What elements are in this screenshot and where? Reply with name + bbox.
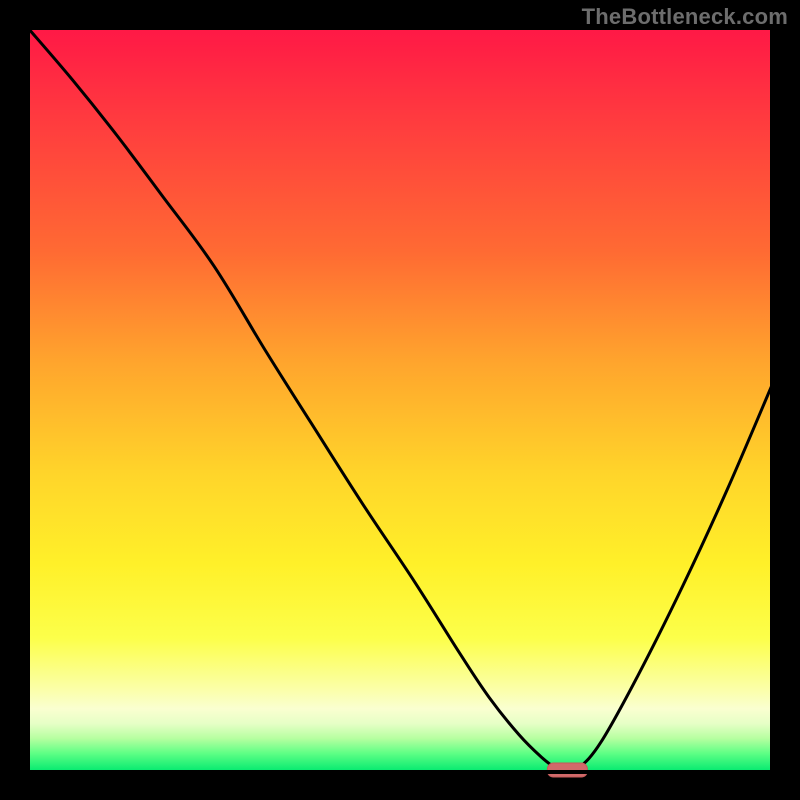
bottleneck-chart xyxy=(0,0,800,800)
plot-area xyxy=(28,28,772,772)
watermark-text: TheBottleneck.com xyxy=(582,4,788,30)
chart-stage: TheBottleneck.com xyxy=(0,0,800,800)
